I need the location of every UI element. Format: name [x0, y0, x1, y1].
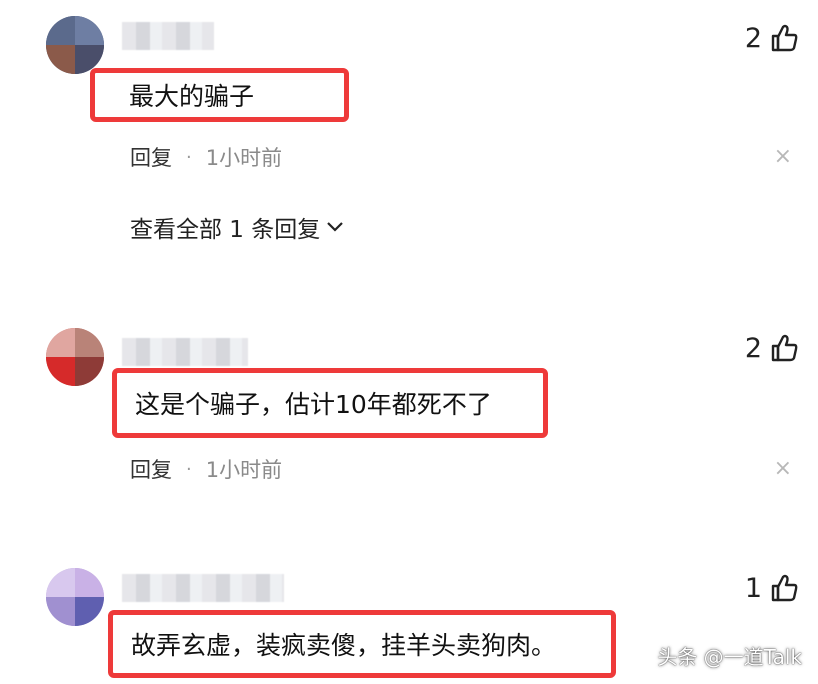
- view-all-replies-link[interactable]: 查看全部 1 条回复: [130, 210, 344, 244]
- avatar-pixel: [75, 328, 104, 357]
- avatar[interactable]: [46, 328, 104, 386]
- avatar-pixel: [46, 357, 75, 386]
- like-control[interactable]: 1: [745, 568, 798, 608]
- avatar-pixel: [75, 568, 104, 597]
- reply-button[interactable]: 回复: [130, 142, 172, 172]
- close-icon[interactable]: ×: [774, 144, 792, 169]
- timestamp: 1小时前: [205, 146, 283, 170]
- comment-meta: 回复 · 1小时前: [130, 142, 282, 172]
- avatar[interactable]: [46, 16, 104, 74]
- timestamp: 1小时前: [205, 458, 283, 482]
- avatar-pixel: [46, 45, 75, 74]
- avatar-pixel: [75, 357, 104, 386]
- avatar-pixel: [75, 597, 104, 626]
- thumbs-up-icon[interactable]: [770, 23, 798, 53]
- comment-meta: 回复 · 1小时前: [130, 454, 282, 484]
- separator-dot: ·: [186, 458, 192, 480]
- avatar-pixel: [46, 16, 75, 45]
- like-control[interactable]: 2: [745, 18, 798, 58]
- reply-button[interactable]: 回复: [130, 454, 172, 484]
- comment-text-highlight: 最大的骗子: [90, 68, 349, 122]
- avatar-pixel: [46, 597, 75, 626]
- chevron-down-icon: [327, 222, 344, 232]
- comment-text: 这是个骗子，估计10年都死不了: [135, 390, 492, 419]
- thumbs-up-icon[interactable]: [770, 573, 798, 603]
- like-count: 2: [744, 332, 762, 364]
- avatar-pixel: [46, 328, 75, 357]
- like-control[interactable]: 2: [745, 328, 798, 368]
- avatar-pixel: [46, 568, 75, 597]
- username-blurred[interactable]: [122, 338, 248, 366]
- close-icon[interactable]: ×: [774, 456, 792, 481]
- separator-dot: ·: [186, 146, 192, 168]
- like-count: 1: [744, 572, 762, 604]
- like-count: 2: [744, 22, 762, 54]
- thumbs-up-icon[interactable]: [770, 333, 798, 363]
- comment-text: 故弄玄虚，装疯卖傻，挂羊头卖狗肉。: [131, 631, 557, 660]
- comment-text-highlight: 这是个骗子，估计10年都死不了: [112, 368, 548, 438]
- avatar-pixel: [75, 16, 104, 45]
- view-replies-label: 查看全部 1 条回复: [130, 217, 321, 243]
- username-blurred[interactable]: [122, 574, 284, 602]
- avatar[interactable]: [46, 568, 104, 626]
- comment-text: 最大的骗子: [129, 82, 255, 111]
- watermark: 头条 @一道Talk: [657, 645, 802, 669]
- username-blurred[interactable]: [122, 22, 214, 50]
- comment-text-highlight: 故弄玄虚，装疯卖傻，挂羊头卖狗肉。: [108, 610, 616, 678]
